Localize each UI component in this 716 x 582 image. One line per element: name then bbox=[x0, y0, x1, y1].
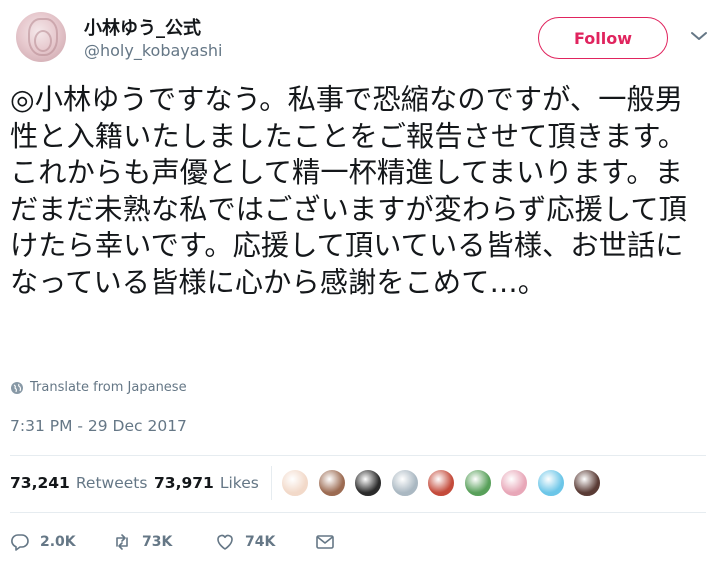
retweet-count: 73K bbox=[142, 534, 173, 550]
liker-avatar[interactable] bbox=[390, 469, 419, 497]
globe-icon bbox=[11, 381, 23, 394]
like-button[interactable]: 74K bbox=[215, 532, 275, 552]
retweets-stat[interactable]: 73,241 Retweets bbox=[10, 474, 147, 492]
tweet-header: 小林ゆう_公式 @holy_kobayashi Follow bbox=[0, 0, 716, 82]
liker-avatar[interactable] bbox=[463, 469, 492, 497]
liker-avatar[interactable] bbox=[281, 469, 309, 497]
direct-message-button[interactable] bbox=[315, 532, 345, 552]
username-handle[interactable]: @holy_kobayashi bbox=[84, 41, 222, 60]
tweet-timestamp[interactable]: 7:31 PM - 29 Dec 2017 bbox=[10, 417, 187, 435]
liker-avatar[interactable] bbox=[354, 469, 382, 497]
stats-separator bbox=[271, 466, 272, 500]
chevron-down-icon[interactable] bbox=[690, 30, 708, 42]
reply-count: 2.0K bbox=[40, 534, 76, 550]
retweet-button[interactable]: 73K bbox=[112, 532, 172, 552]
reply-button[interactable]: 2.0K bbox=[10, 532, 76, 552]
retweets-count: 73,241 bbox=[10, 474, 70, 492]
envelope-icon bbox=[316, 535, 334, 549]
divider bbox=[10, 512, 706, 513]
avatar[interactable] bbox=[16, 12, 66, 62]
reply-icon bbox=[11, 534, 29, 551]
translate-label[interactable]: Translate from Japanese bbox=[30, 380, 187, 395]
liker-avatar[interactable] bbox=[317, 469, 346, 497]
like-count: 74K bbox=[245, 534, 276, 550]
liker-avatar[interactable] bbox=[500, 469, 528, 497]
display-name[interactable]: 小林ゆう_公式 bbox=[84, 14, 201, 40]
retweet-icon bbox=[116, 534, 128, 550]
likes-label: Likes bbox=[219, 474, 259, 492]
tweet-stats: 73,241 Retweets 73,971 Likes bbox=[10, 456, 706, 510]
tweet-actions: 2.0K 73K 74K bbox=[10, 528, 706, 564]
liker-avatar[interactable] bbox=[427, 469, 455, 497]
likes-stat[interactable]: 73,971 Likes bbox=[154, 474, 259, 492]
follow-button[interactable]: Follow bbox=[538, 17, 668, 59]
retweets-label: Retweets bbox=[75, 474, 148, 492]
liker-avatar[interactable] bbox=[536, 469, 565, 497]
heart-icon bbox=[217, 534, 233, 550]
translate-link[interactable]: Translate from Japanese bbox=[10, 380, 187, 395]
liker-avatar[interactable] bbox=[573, 469, 601, 497]
tweet-text: ◎小林ゆうですなう。私事で恐縮なのですが、一般男性と入籍いたしましたことをご報告… bbox=[10, 83, 687, 299]
likes-count: 73,971 bbox=[154, 474, 214, 492]
